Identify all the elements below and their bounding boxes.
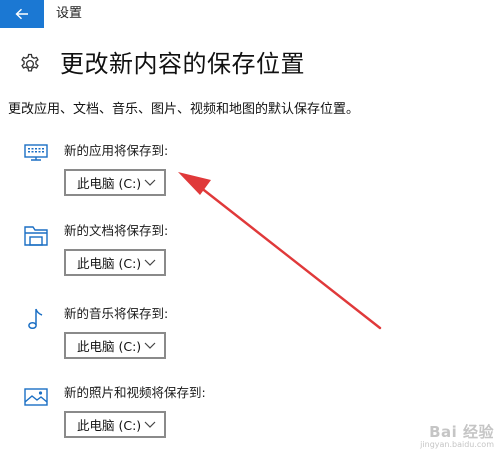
- page-description: 更改应用、文档、音乐、图片、视频和地图的默认保存位置。: [8, 102, 360, 117]
- photos-videos-drive-select[interactable]: 此电脑 (C:): [64, 411, 166, 438]
- music-save-label: 新的音乐将保存到:: [64, 306, 169, 321]
- picture-icon: [24, 388, 48, 406]
- music-drive-select[interactable]: 此电脑 (C:): [64, 332, 166, 359]
- apps-drive-value: 此电脑 (C:): [77, 176, 142, 191]
- documents-drive-select[interactable]: 此电脑 (C:): [64, 249, 166, 276]
- watermark-url: jingyan.baidu.com: [420, 440, 494, 449]
- back-button[interactable]: [0, 0, 44, 28]
- monitor-icon: [24, 144, 48, 161]
- page-header: 更改新内容的保存位置: [18, 44, 305, 84]
- apps-drive-select[interactable]: 此电脑 (C:): [64, 169, 166, 196]
- watermark-logo: Bai 经验: [429, 423, 494, 441]
- window-title: 设置: [56, 6, 83, 21]
- chevron-down-icon: [144, 259, 156, 266]
- watermark: Bai 经验 jingyan.baidu.com: [420, 424, 494, 449]
- music-note-icon: [28, 308, 43, 330]
- chevron-down-icon: [144, 342, 156, 349]
- document-folder-icon: [24, 226, 48, 246]
- photos-videos-drive-value: 此电脑 (C:): [77, 418, 142, 433]
- back-arrow-icon: [15, 8, 28, 20]
- documents-save-label: 新的文档将保存到:: [64, 223, 169, 238]
- photos-videos-save-label: 新的照片和视频将保存到:: [64, 385, 206, 400]
- gear-icon: [21, 53, 39, 72]
- documents-drive-value: 此电脑 (C:): [77, 256, 142, 271]
- music-drive-value: 此电脑 (C:): [77, 339, 142, 354]
- chevron-down-icon: [144, 179, 156, 186]
- page-title: 更改新内容的保存位置: [60, 50, 305, 78]
- title-bar: 设置: [0, 0, 500, 28]
- chevron-down-icon: [144, 421, 156, 428]
- apps-save-label: 新的应用将保存到:: [64, 143, 169, 158]
